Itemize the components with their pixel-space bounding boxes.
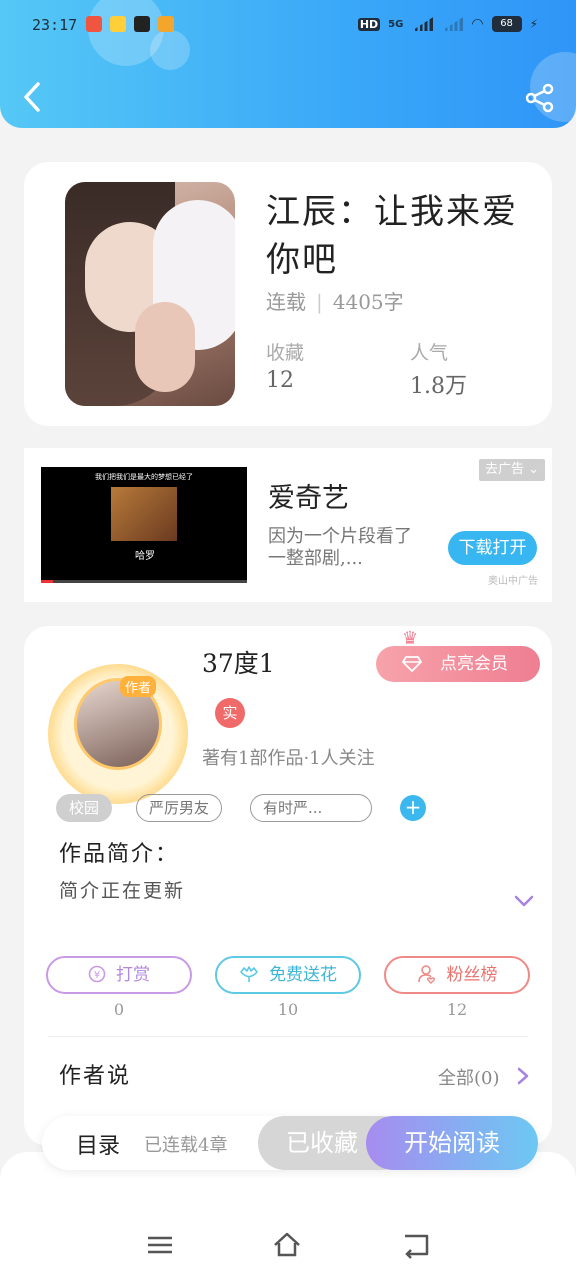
status-app-icons xyxy=(86,16,174,32)
app-notification-icon xyxy=(158,16,174,32)
app-notification-icon xyxy=(86,16,102,32)
status-right: HD 5G ◠ 68 ⚡ xyxy=(357,16,538,32)
ad-video-logo: 哈罗 xyxy=(135,551,155,562)
chapter-count: 已连载4章 xyxy=(144,1135,228,1156)
system-navbar xyxy=(0,1222,576,1268)
signal-icon xyxy=(411,17,434,31)
chevron-right-icon[interactable] xyxy=(516,1066,530,1086)
back-icon[interactable] xyxy=(401,1230,431,1260)
vip-button[interactable]: 点亮会员 xyxy=(376,646,540,682)
signal-icon xyxy=(441,17,464,31)
popularity-value: 1.8万 xyxy=(410,374,467,399)
wifi-icon: ◠ xyxy=(471,16,484,32)
author-says-label: 作者说 xyxy=(59,1064,132,1089)
header: 23:17 HD 5G ◠ 68 ⚡ xyxy=(0,0,576,128)
book-info-card: 江辰：让我来爱你吧 连载 | 4405字 收藏 12 人气 1.8万 xyxy=(24,162,552,426)
tag-sometimes-strict[interactable]: 有时严... xyxy=(250,794,372,822)
share-icon xyxy=(525,83,554,113)
add-tag-button[interactable]: + xyxy=(400,795,426,821)
intro-text: 简介正在更新 xyxy=(59,880,186,902)
reading-action-bar: 目录 已连载4章 已收藏 开始阅读 xyxy=(42,1116,538,1170)
start-reading-button[interactable]: 开始阅读 xyxy=(366,1116,538,1170)
diamond-icon xyxy=(402,656,422,672)
ad-video[interactable]: 我们把我们是最大的梦想已经了 哈罗 xyxy=(41,467,247,583)
fans-ranking-button[interactable]: 粉丝榜 xyxy=(384,956,530,994)
ad-card[interactable]: 我们把我们是最大的梦想已经了 哈罗 去广告 ⌄ 爱奇艺 因为一个片段看了一整部剧… xyxy=(24,448,552,602)
charging-icon: ⚡ xyxy=(529,17,538,31)
app-notification-icon xyxy=(134,16,150,32)
status-bar: 23:17 HD 5G ◠ 68 ⚡ xyxy=(0,12,576,42)
author-card: 作者 37度1 ♛ 点亮会员 实 著有1部作品·1人关注 校园 严厉男友 有时严… xyxy=(24,626,552,1146)
book-meta: 连载 | 4405字 xyxy=(266,290,404,314)
network-label: 5G xyxy=(388,18,404,30)
book-status: 连载 xyxy=(266,290,306,314)
tag-strict-boyfriend[interactable]: 严厉男友 xyxy=(136,794,223,822)
intro-label: 作品简介： xyxy=(59,842,180,867)
ad-source: 奥山中广告 xyxy=(488,576,538,587)
favorites-value: 12 xyxy=(266,368,294,393)
share-button[interactable] xyxy=(524,82,556,114)
menu-icon[interactable] xyxy=(145,1230,175,1260)
favorites-label: 收藏 xyxy=(266,342,305,364)
chevron-left-icon xyxy=(24,82,40,112)
author-badge: 作者 xyxy=(120,676,157,697)
ad-description: 因为一个片段看了一整部剧,... xyxy=(268,526,412,569)
home-icon[interactable] xyxy=(272,1230,302,1260)
ad-download-button[interactable]: 下载打开 xyxy=(448,531,537,565)
verified-badge: 实 xyxy=(215,698,245,728)
hd-icon: HD xyxy=(357,17,381,31)
svg-text:¥: ¥ xyxy=(94,970,100,981)
fans-count: 12 xyxy=(446,1000,468,1019)
tip-count: 0 xyxy=(113,1000,125,1019)
book-cover[interactable] xyxy=(65,182,235,406)
divider xyxy=(48,1036,528,1037)
remove-ad-button[interactable]: 去广告 ⌄ xyxy=(479,459,546,481)
author-name: 37度1 xyxy=(202,649,275,678)
send-flower-button[interactable]: 免费送花 xyxy=(215,956,361,994)
flower-count: 10 xyxy=(277,1000,299,1019)
catalog-button[interactable]: 目录 xyxy=(76,1128,120,1160)
chevron-down-icon[interactable] xyxy=(514,894,534,908)
book-title: 江辰：让我来爱你吧 xyxy=(266,192,518,280)
tip-button[interactable]: ¥ 打赏 xyxy=(46,956,192,994)
popularity-label: 人气 xyxy=(410,342,449,364)
flower-icon xyxy=(239,958,259,992)
coin-icon: ¥ xyxy=(88,958,106,992)
tag-campus[interactable]: 校园 xyxy=(56,794,113,822)
status-time: 23:17 xyxy=(32,16,78,34)
fans-icon xyxy=(417,958,437,992)
author-stats: 著有1部作品·1人关注 xyxy=(202,748,375,769)
battery-icon: 68 xyxy=(491,16,522,32)
video-progress xyxy=(41,580,247,583)
author-says-all-link[interactable]: 全部(0) xyxy=(438,1064,500,1090)
app-notification-icon xyxy=(110,16,126,32)
ad-title: 爱奇艺 xyxy=(268,483,349,514)
ad-video-caption: 我们把我们是最大的梦想已经了 xyxy=(95,473,193,481)
back-button[interactable] xyxy=(20,80,48,114)
book-word-count: 4405字 xyxy=(332,290,404,314)
